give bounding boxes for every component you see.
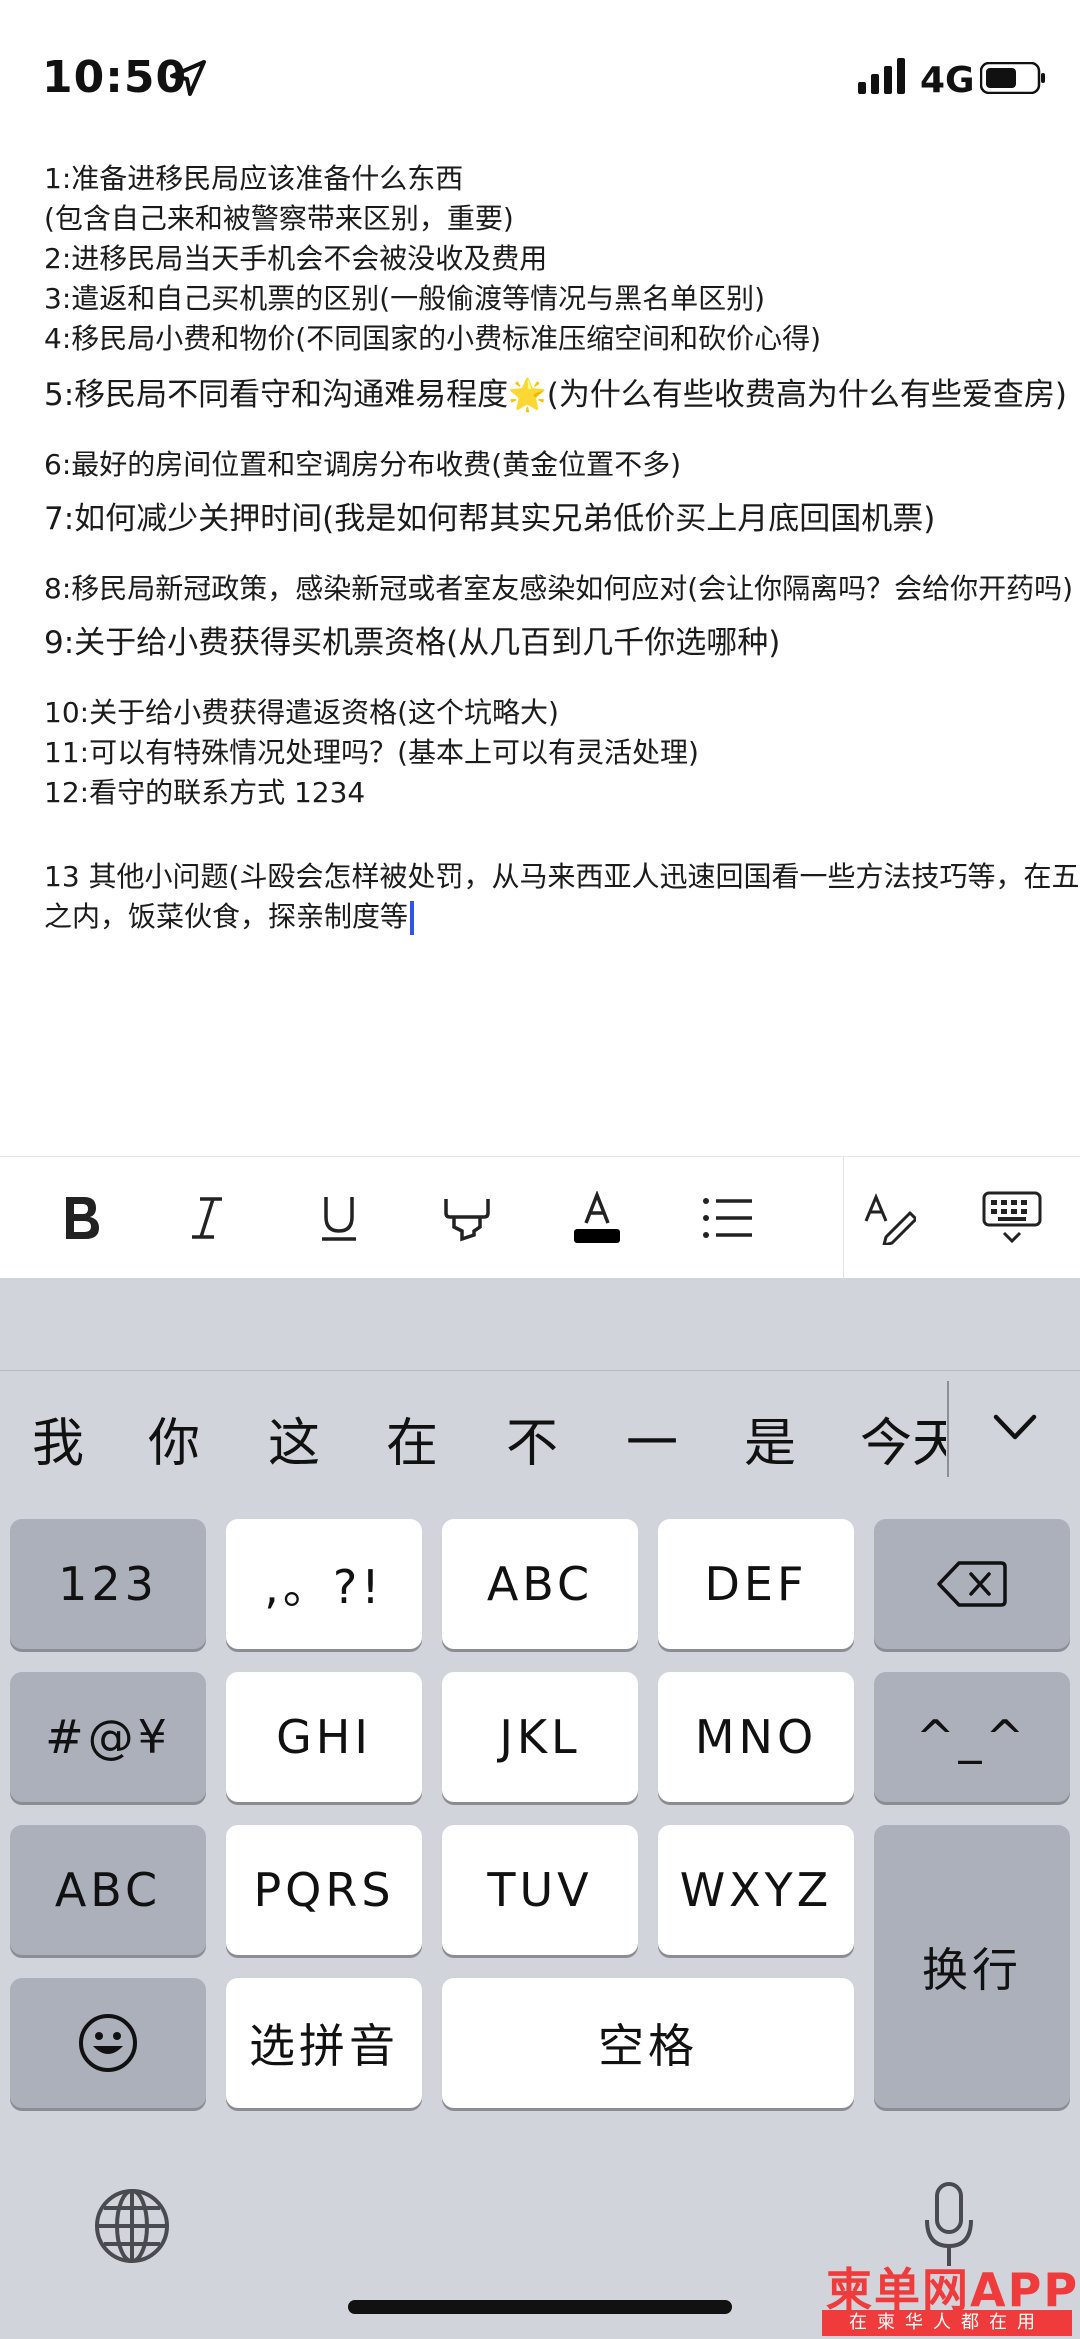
emoji-key[interactable] [10,1978,206,2108]
handwriting-icon[interactable] [862,1191,916,1245]
candidate-word[interactable]: 是 [744,1401,796,1476]
watermark-logo: 柬单网APP 在柬华人都在用 [818,2254,1080,2339]
doc-line-text: 之内，饭菜伙食，探亲制度等 [44,900,409,933]
toolbar-divider [843,1157,844,1279]
underline-icon[interactable] [312,1191,366,1245]
italic-icon[interactable] [180,1191,234,1245]
input-composition-area [0,1278,1080,1371]
keyboard-dismiss-icon[interactable] [982,1191,1042,1245]
network-type: 4G [920,60,975,101]
globe-icon[interactable] [92,2186,172,2266]
doc-line: 13 其他小问题(斗殴会怎样被处罚，从马来西亚人迅速回国看一些方法技巧等，在五题 [44,860,1080,893]
doc-line: 4:移民局小费和物价(不同国家的小费标准压缩空间和砍价心得) [44,322,822,355]
doc-line: 7:如何减少关押时间(我是如何帮其实兄弟低价买上月底回国机票) [44,501,936,537]
text-cursor [410,901,415,935]
smiley-icon [79,2014,137,2072]
key-pinyin-select[interactable]: 选拼音 [226,1978,422,2108]
doc-line: 9:关于给小费获得买机票资格(从几百到几千你选哪种) [44,625,781,661]
list-icon[interactable] [700,1191,754,1245]
doc-line: 11:可以有特殊情况处理吗？(基本上可以有灵活处理) [44,736,699,769]
candidate-word[interactable]: 一 [626,1401,678,1476]
status-time: 10:50 [42,52,188,103]
candidate-word[interactable]: 我 [32,1401,84,1476]
candidate-divider [947,1381,949,1477]
return-key[interactable]: 换行 [874,1825,1070,2108]
key-abc[interactable]: ABC [442,1519,638,1649]
key-wxyz[interactable]: WXYZ [658,1825,854,1955]
key-ghi[interactable]: GHI [226,1672,422,1802]
candidate-word[interactable]: 今天 [860,1401,946,1476]
doc-line: 6:最好的房间位置和空调房分布收费(黄金位置不多) [44,448,682,481]
key-tuv[interactable]: TUV [442,1825,638,1955]
keyboard: 我 你 这 在 不 一 是 今天 123 ,。?! ABC DEF #@¥ GH… [0,1278,1080,2339]
status-bar: 10:50 4G [0,0,1080,150]
key-def[interactable]: DEF [658,1519,854,1649]
candidate-bar: 我 你 这 在 不 一 是 今天 [0,1371,1080,1501]
key-mno[interactable]: MNO [658,1672,854,1802]
bold-icon[interactable] [54,1191,108,1245]
highlighter-icon[interactable] [440,1191,494,1245]
doc-line-last: 之内，饭菜伙食，探亲制度等 [44,900,415,935]
candidate-word[interactable]: 你 [148,1401,200,1476]
key-abc-switch[interactable]: ABC [10,1825,206,1955]
delete-key[interactable] [874,1519,1070,1649]
formatting-toolbar [0,1156,1080,1279]
battery-icon [980,62,1045,94]
key-123[interactable]: 123 [10,1519,206,1649]
doc-line: 1:准备进移民局应该准备什么东西 [44,162,464,195]
backspace-icon [937,1561,1007,1607]
key-emoticon[interactable]: ^_^ [874,1672,1070,1802]
doc-line: 3:遣返和自己买机票的区别(一般偷渡等情况与黑名单区别) [44,282,766,315]
doc-line: 2:进移民局当天手机会不会被没收及费用 [44,242,548,275]
doc-line: 10:关于给小费获得遣返资格(这个坑略大) [44,696,559,729]
candidate-word[interactable]: 在 [386,1401,438,1476]
candidate-word[interactable]: 这 [268,1401,320,1476]
home-indicator[interactable] [348,2300,732,2314]
key-punctuation[interactable]: ,。?! [226,1519,422,1649]
key-pqrs[interactable]: PQRS [226,1825,422,1955]
location-arrow-icon [170,60,206,96]
doc-line: 5:移民局不同看守和沟通难易程度🌟(为什么有些收费高为什么有些爱查房) [44,377,1067,413]
cellular-signal-icon [858,58,905,94]
doc-line: 12:看守的联系方式 1234 [44,776,366,809]
doc-line: 8:移民局新冠政策，感染新冠或者室友感染如何应对(会让你隔离吗？会给你开药吗) [44,572,1074,605]
chevron-down-icon[interactable] [990,1407,1040,1447]
key-jkl[interactable]: JKL [442,1672,638,1802]
doc-line: (包含自己来和被警察带来区别，重要) [44,202,514,235]
candidate-word[interactable]: 不 [506,1401,558,1476]
text-color-icon[interactable] [570,1191,624,1245]
watermark-slogan: 在柬华人都在用 [822,2310,1072,2336]
key-symbols[interactable]: #@¥ [10,1672,206,1802]
space-key[interactable]: 空格 [442,1978,854,2108]
